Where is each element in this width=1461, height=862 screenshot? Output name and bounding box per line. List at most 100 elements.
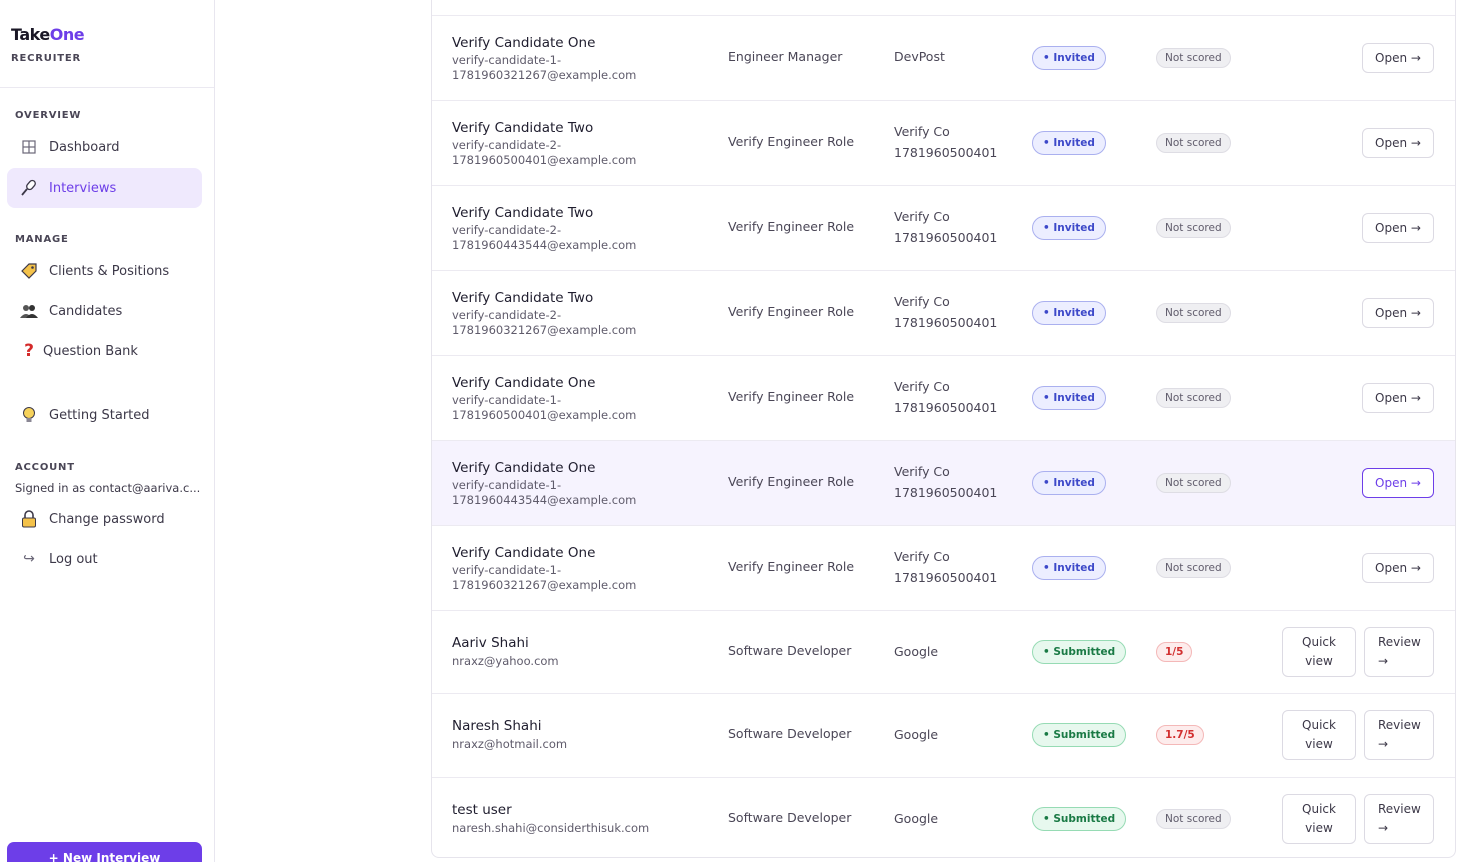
score-badge: Not scored <box>1156 388 1231 408</box>
candidate-email: naresh.shahi@considerthisuk.com <box>452 821 650 835</box>
score-badge: Not scored <box>1156 303 1231 323</box>
sidebar: TakeOne RECRUITER OVERVIEW Dashboard Int… <box>0 0 215 862</box>
sidebar-item-logout[interactable]: ↪ Log out <box>7 539 202 579</box>
position-role: Verify Engineer Role <box>728 134 855 149</box>
grid-icon <box>19 137 39 157</box>
brand-logo-one: One <box>49 25 85 44</box>
candidate-name: Verify Candidate One <box>452 460 596 476</box>
position-role: Verify Engineer Role <box>728 559 855 574</box>
sidebar-item-question-bank[interactable]: ? Question Bank <box>7 331 202 371</box>
table-row[interactable]: Verify Candidate Two verify-candidate-2-… <box>432 100 1455 185</box>
sidebar-item-change-password[interactable]: Change password <box>7 499 202 539</box>
open-button[interactable]: Open → <box>1362 383 1434 413</box>
candidate-email: verify-candidate-1- 1781960321267@example… <box>452 563 637 592</box>
microphone-icon <box>19 178 39 198</box>
brand-logo-take: Take <box>11 25 50 44</box>
candidate-name: Verify Candidate One <box>452 545 596 561</box>
sidebar-item-clients[interactable]: Clients & Positions <box>7 251 202 291</box>
candidate-email: verify-candidate-1- 1781960500401@example… <box>452 393 637 422</box>
sidebar-item-label: Log out <box>49 551 98 567</box>
status-badge: • Invited <box>1032 301 1106 325</box>
position-role: Engineer Manager <box>728 49 843 64</box>
status-badge: • Submitted <box>1032 723 1127 747</box>
table-row[interactable]: Verify Candidate One verify-candidate-1-… <box>432 525 1455 610</box>
sidebar-item-label: Interviews <box>49 180 117 196</box>
score-badge: Not scored <box>1156 48 1231 68</box>
status-badge: • Invited <box>1032 216 1106 240</box>
people-icon <box>19 301 39 321</box>
position-role: Verify Engineer Role <box>728 219 855 234</box>
sidebar-item-label: Candidates <box>49 303 123 319</box>
score-badge: 1.7/5 <box>1156 725 1204 745</box>
position-role: Verify Engineer Role <box>728 304 855 319</box>
table-row[interactable]: Verify Candidate One verify-candidate-1-… <box>432 440 1455 525</box>
table-row[interactable]: test user naresh.shahi@considerthisuk.co… <box>432 777 1455 857</box>
question-mark-icon: ? <box>24 341 34 361</box>
company: Google <box>894 727 939 742</box>
review-button[interactable]: Review → <box>1364 794 1434 844</box>
tag-icon <box>19 261 39 281</box>
open-button[interactable]: Open → <box>1362 298 1434 328</box>
sidebar-item-interviews[interactable]: Interviews <box>7 168 202 208</box>
open-button[interactable]: Open → <box>1362 43 1434 73</box>
status-badge: • Submitted <box>1032 807 1127 831</box>
open-button[interactable]: Open → <box>1362 128 1434 158</box>
sidebar-item-dashboard[interactable]: Dashboard <box>7 127 202 167</box>
quick-view-button[interactable]: Quick view <box>1282 710 1356 760</box>
sidebar-item-candidates[interactable]: Candidates <box>7 291 202 331</box>
position-role: Verify Engineer Role <box>728 389 855 404</box>
company: Verify Co 1781960500401 <box>894 379 998 415</box>
quick-view-button[interactable]: Quick view <box>1282 794 1356 844</box>
table-row[interactable]: Verify Candidate One verify-candidate-1-… <box>432 355 1455 440</box>
table-row[interactable]: Naresh Shahi nraxz@hotmail.com Software … <box>432 693 1455 777</box>
sidebar-item-label: Question Bank <box>43 343 138 359</box>
review-button[interactable]: Review → <box>1364 710 1434 760</box>
candidate-email: verify-candidate-2- 1781960443544@example… <box>452 223 637 252</box>
table-row[interactable]: Verify Candidate Two verify-candidate-2-… <box>432 185 1455 270</box>
open-button[interactable]: Open → <box>1362 213 1434 243</box>
position-role: Software Developer <box>728 810 852 825</box>
candidate-name: Verify Candidate One <box>452 375 596 391</box>
score-badge: Not scored <box>1156 133 1231 153</box>
open-button[interactable]: Open → <box>1362 468 1434 498</box>
table-row[interactable]: Aariv Shahi nraxz@yahoo.com Software Dev… <box>432 610 1455 693</box>
score-badge: Not scored <box>1156 218 1231 238</box>
company: Google <box>894 811 939 826</box>
brand-logo[interactable]: TakeOne <box>11 25 85 44</box>
interviews-table: Verify Candidate One verify-candidate-1-… <box>431 0 1456 858</box>
company: DevPost <box>894 49 945 64</box>
company: Verify Co 1781960500401 <box>894 124 998 160</box>
review-button[interactable]: Review → <box>1364 627 1434 677</box>
table-row[interactable]: Verify Candidate Two verify-candidate-2-… <box>432 270 1455 355</box>
brand-subtitle: RECRUITER <box>11 53 81 64</box>
candidate-name: Naresh Shahi <box>452 718 542 734</box>
candidate-name: Verify Candidate Two <box>452 290 594 306</box>
status-badge: • Invited <box>1032 131 1106 155</box>
score-badge: Not scored <box>1156 558 1231 578</box>
candidate-email: nraxz@hotmail.com <box>452 737 568 751</box>
section-overview: OVERVIEW <box>15 110 82 121</box>
new-interview-button[interactable]: + New Interview <box>7 842 202 862</box>
open-button[interactable]: Open → <box>1362 553 1434 583</box>
status-badge: • Invited <box>1032 46 1106 70</box>
sidebar-item-label: Getting Started <box>49 407 150 423</box>
section-account: ACCOUNT <box>15 462 75 473</box>
candidate-email: verify-candidate-1- 1781960443544@example… <box>452 478 637 507</box>
status-badge: • Submitted <box>1032 640 1127 664</box>
table-row[interactable]: Verify Candidate One verify-candidate-1-… <box>432 15 1455 100</box>
sidebar-item-getting-started[interactable]: Getting Started <box>7 395 202 435</box>
quick-view-button[interactable]: Quick view <box>1282 627 1356 677</box>
section-manage: MANAGE <box>15 234 69 245</box>
score-badge: Not scored <box>1156 809 1231 829</box>
signed-in-as: Signed in as contact@aariva.c... <box>15 481 201 495</box>
position-role: Software Developer <box>728 726 852 741</box>
company: Verify Co 1781960500401 <box>894 549 998 585</box>
sidebar-divider <box>0 87 214 88</box>
candidate-name: Aariv Shahi <box>452 635 529 651</box>
company: Verify Co 1781960500401 <box>894 209 998 245</box>
candidate-email: verify-candidate-2- 1781960321267@example… <box>452 308 637 337</box>
lock-icon <box>19 509 39 529</box>
position-role: Software Developer <box>728 643 852 658</box>
candidate-email: nraxz@yahoo.com <box>452 654 559 668</box>
status-badge: • Invited <box>1032 471 1106 495</box>
